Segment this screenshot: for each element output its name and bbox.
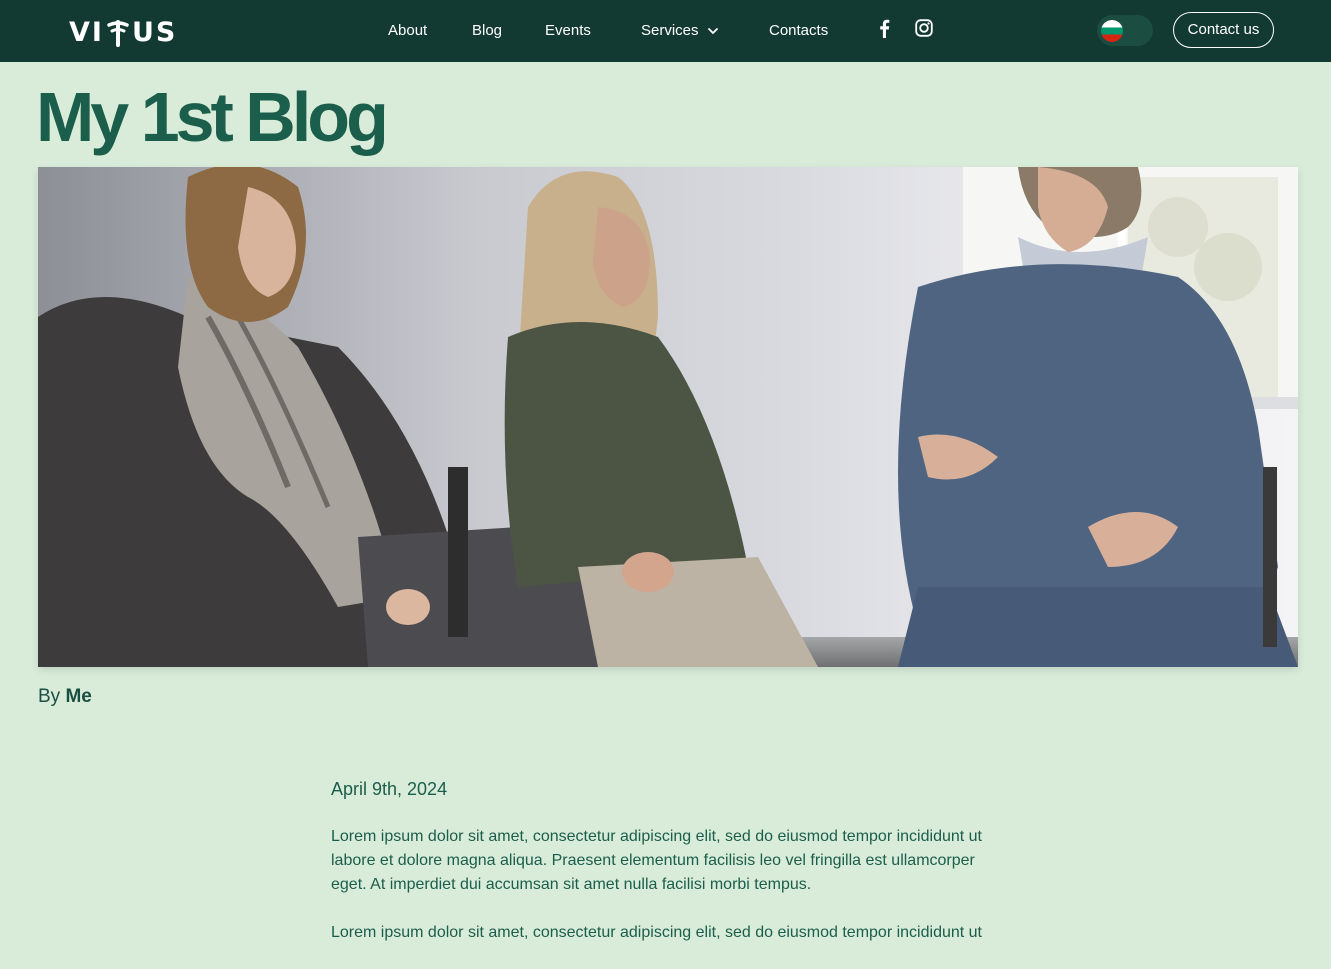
bulgarian-flag-icon xyxy=(1101,20,1123,42)
post-byline: By Me xyxy=(38,686,92,708)
chevron-down-icon xyxy=(707,28,718,34)
language-toggle[interactable] xyxy=(1097,15,1153,46)
nav-about[interactable]: About xyxy=(388,21,427,41)
contact-us-button[interactable]: Contact us xyxy=(1173,12,1274,48)
nav-services-dropdown[interactable]: Services xyxy=(641,21,719,41)
group-conversation-photo xyxy=(38,167,1298,667)
hero-image xyxy=(38,167,1298,667)
nav-services-label: Services xyxy=(641,22,699,39)
post-author: Me xyxy=(65,686,92,707)
nav-events[interactable]: Events xyxy=(545,21,591,41)
post-paragraph: Lorem ipsum dolor sit amet, consectetur … xyxy=(331,828,982,893)
page-title: My 1st Blog xyxy=(36,78,389,156)
facebook-link[interactable] xyxy=(878,19,896,39)
instagram-icon xyxy=(915,19,933,37)
post-paragraph: Lorem ipsum dolor sit amet, consectetur … xyxy=(331,924,982,941)
byline-prefix: By xyxy=(38,686,61,707)
nav-contacts[interactable]: Contacts xyxy=(769,21,828,41)
post-date: April 9th, 2024 xyxy=(331,779,448,799)
post-body: April 9th, 2024 Lorem ipsum dolor sit am… xyxy=(331,777,1011,969)
instagram-link[interactable] xyxy=(915,19,933,39)
site-header: VI US About Blog Events Services Contact… xyxy=(0,0,1331,62)
nav-blog[interactable]: Blog xyxy=(472,21,502,41)
facebook-icon xyxy=(880,19,890,38)
